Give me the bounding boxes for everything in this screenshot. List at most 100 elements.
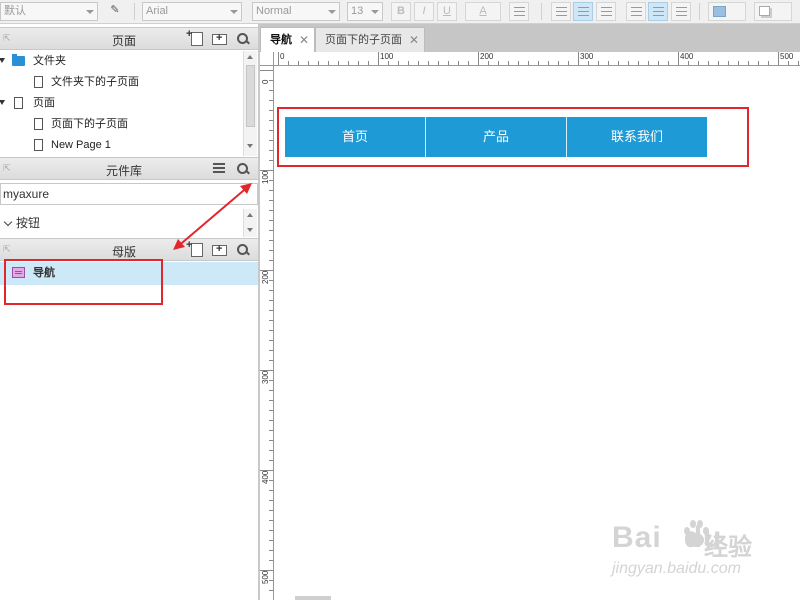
ruler-tick <box>408 61 409 65</box>
ruler-label: 500 <box>261 570 270 584</box>
library-select[interactable]: myaxure <box>0 183 258 205</box>
format-painter-icon[interactable]: ✎ <box>106 2 124 21</box>
scroll-down-icon[interactable] <box>247 228 253 232</box>
ruler-tick <box>448 61 449 65</box>
tab-subpage[interactable]: 页面下的子页面 ✕ <box>315 27 425 52</box>
ruler-tick <box>438 61 439 65</box>
page-tree-item[interactable]: New Page 1 <box>0 135 243 156</box>
page-icon <box>14 97 23 109</box>
add-page-icon[interactable] <box>186 28 203 46</box>
add-folder-icon[interactable] <box>212 32 227 45</box>
font-family-select[interactable]: Arial <box>142 2 242 21</box>
ruler-tick <box>468 61 469 65</box>
page-tree-label: 页面 <box>33 97 55 109</box>
scroll-up-icon[interactable] <box>247 55 253 59</box>
ruler-tick <box>269 510 273 511</box>
font-weight-select[interactable]: Normal <box>252 2 340 21</box>
font-color-glyph: A <box>479 5 487 17</box>
ruler-tick <box>269 240 273 241</box>
pages-panel-title: 页面 <box>111 34 136 48</box>
page-tree-item[interactable]: 文件夹 <box>0 51 243 72</box>
style-select[interactable]: 默认 <box>0 2 98 21</box>
add-master-icon[interactable] <box>186 239 203 257</box>
search-icon[interactable] <box>236 162 250 176</box>
toolbar-divider <box>134 3 135 20</box>
page-tree-item[interactable]: 文件夹下的子页面 <box>0 72 243 93</box>
library-scrollbar[interactable] <box>243 209 257 237</box>
ruler-tick <box>648 61 649 65</box>
page-tree-item[interactable]: 页面下的子页面 <box>0 114 243 135</box>
ruler-tick <box>308 61 309 65</box>
ruler-tick <box>298 61 299 65</box>
ruler-tick <box>588 61 589 65</box>
search-icon[interactable] <box>236 243 250 257</box>
fill-color-button[interactable] <box>708 2 746 21</box>
align-center-button[interactable] <box>573 2 593 21</box>
ruler-label: 500 <box>780 52 794 61</box>
masters-panel-title: 母版 <box>111 245 136 259</box>
chevron-down-icon[interactable] <box>3 217 13 227</box>
fill-swatch-icon <box>713 6 726 17</box>
ruler-label: 0 <box>280 52 285 61</box>
ruler-tick <box>269 130 273 131</box>
scroll-up-icon[interactable] <box>247 213 253 217</box>
page-icon <box>34 76 43 88</box>
close-icon[interactable]: ✕ <box>299 28 309 53</box>
ruler-tick <box>260 70 273 71</box>
scroll-down-icon[interactable] <box>247 144 253 148</box>
close-icon[interactable]: ✕ <box>409 28 419 53</box>
underline-button[interactable]: U <box>437 2 457 21</box>
add-folder-icon[interactable] <box>212 243 227 256</box>
ruler-tick <box>508 61 509 65</box>
align-bottom-button[interactable] <box>671 2 691 21</box>
ruler-corner <box>260 52 274 66</box>
shadow-button[interactable] <box>754 2 792 21</box>
pages-scrollbar[interactable] <box>243 51 257 156</box>
align-left-button[interactable] <box>551 2 571 21</box>
canvas-scrollbar-thumb[interactable] <box>295 596 331 600</box>
ruler-label: 300 <box>580 52 594 61</box>
ruler-tick <box>269 520 273 521</box>
ruler-tick <box>338 61 339 65</box>
bold-button[interactable]: B <box>391 2 411 21</box>
italic-button[interactable]: I <box>414 2 434 21</box>
align-right-button[interactable] <box>596 2 616 21</box>
ruler-tick <box>488 61 489 65</box>
tab-nav[interactable]: 导航 ✕ <box>260 27 315 52</box>
ruler-tick <box>728 61 729 65</box>
ruler-tick <box>269 460 273 461</box>
ruler-tick <box>269 350 273 351</box>
ruler-label: 100 <box>380 52 394 61</box>
ruler-tick <box>269 140 273 141</box>
font-color-button[interactable]: A <box>465 2 501 21</box>
page-icon <box>34 118 43 130</box>
ruler-tick <box>788 61 789 65</box>
ruler-tick <box>328 61 329 65</box>
search-icon[interactable] <box>236 32 250 46</box>
ruler-tick <box>498 61 499 65</box>
shadow-icon <box>759 6 770 16</box>
align-middle-button[interactable] <box>648 2 668 21</box>
font-family-value: Arial <box>146 5 169 17</box>
align-right-icon <box>601 7 612 16</box>
ruler-tick <box>269 200 273 201</box>
ruler-tick <box>608 61 609 65</box>
pages-panel-header: ⇱ 页面 <box>0 27 258 50</box>
menu-icon[interactable] <box>213 163 225 173</box>
page-tree-item[interactable]: 页面 <box>0 93 243 114</box>
expand-arrow-icon[interactable] <box>0 58 5 63</box>
toolbar-divider <box>699 3 700 20</box>
ruler-tick <box>269 420 273 421</box>
scroll-thumb[interactable] <box>246 65 255 127</box>
toolbar: 默认 ✎ Arial Normal 13 B I U A <box>0 0 800 24</box>
font-size-select[interactable]: 13 <box>347 2 383 21</box>
expand-arrow-icon[interactable] <box>0 100 5 105</box>
align-top-button[interactable] <box>626 2 646 21</box>
library-category[interactable]: 按钮 <box>0 209 243 237</box>
ruler-tick <box>269 530 273 531</box>
ruler-tick <box>278 52 279 65</box>
ruler-tick <box>269 150 273 151</box>
ruler-tick <box>269 100 273 101</box>
ruler-tick <box>269 360 273 361</box>
bullet-list-button[interactable] <box>509 2 529 21</box>
